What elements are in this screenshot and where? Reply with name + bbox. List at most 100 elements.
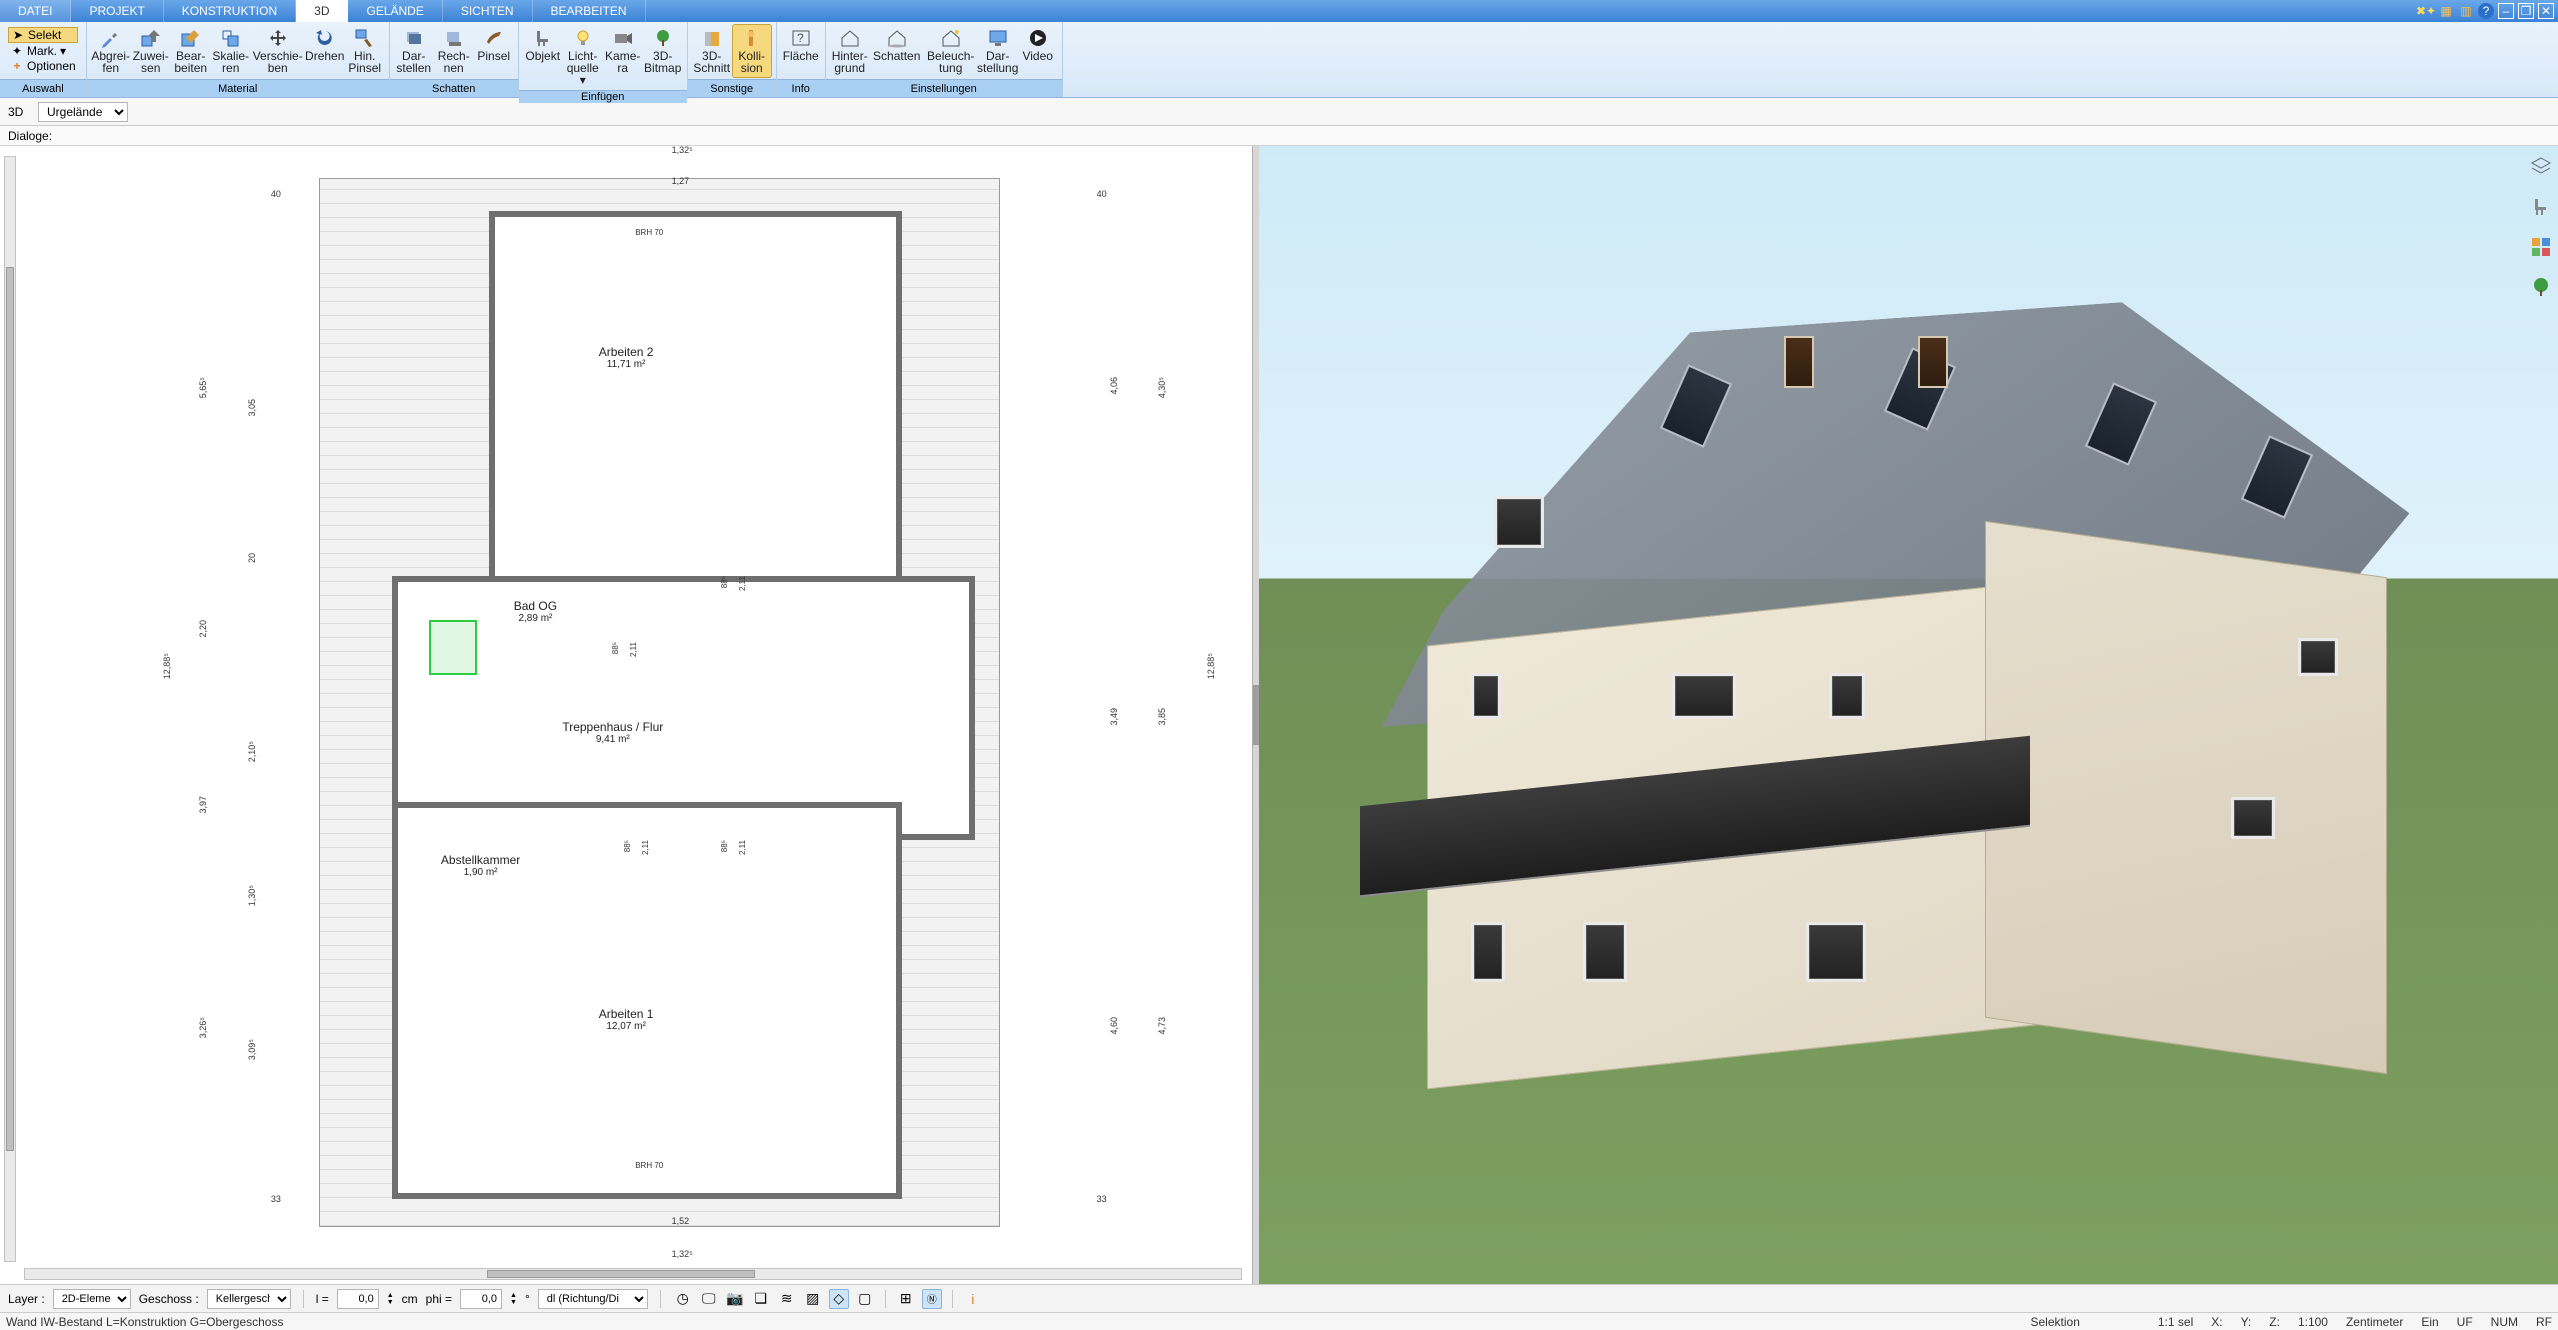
- material-zuweisen[interactable]: Zuwei-sen: [131, 24, 171, 78]
- grid-icon[interactable]: ⊞: [896, 1289, 916, 1309]
- view3d-canvas[interactable]: [1259, 146, 2558, 1284]
- app-icon-1[interactable]: ▦: [2438, 3, 2454, 19]
- tab-3d[interactable]: 3D: [296, 0, 348, 22]
- layers-small-icon[interactable]: ❏: [751, 1289, 771, 1309]
- app-icon-2[interactable]: ▥: [2458, 3, 2474, 19]
- ribbon-caption-material: Material: [87, 79, 389, 97]
- einst-schatten[interactable]: Schatten: [870, 24, 924, 77]
- palette-icon[interactable]: [2528, 234, 2554, 260]
- status-selektion: Selektion: [2031, 1315, 2080, 1329]
- clock-icon[interactable]: ◷: [673, 1289, 693, 1309]
- auswahl-selekt-label: Selekt: [28, 28, 61, 42]
- l-input[interactable]: [337, 1289, 379, 1309]
- auswahl-mark[interactable]: ✦Mark.▾: [8, 44, 78, 58]
- window-right-1: [2231, 797, 2275, 839]
- dim-li-c: 2,10⁵: [247, 741, 257, 762]
- tree-icon: [650, 27, 676, 49]
- lightbulb-icon: [570, 27, 596, 49]
- material-bearbeiten[interactable]: Bear-beiten: [171, 24, 211, 78]
- door-upper-2: [1918, 336, 1948, 388]
- status-scale: 1:100: [2298, 1315, 2328, 1329]
- info-small-icon[interactable]: i: [963, 1289, 983, 1309]
- selected-window[interactable]: [429, 620, 478, 675]
- tab-bearbeiten[interactable]: BEARBEITEN: [533, 0, 646, 22]
- status-y: Y:: [2241, 1315, 2252, 1329]
- pane-3d[interactable]: [1259, 146, 2558, 1284]
- north-icon[interactable]: Ⓝ: [922, 1289, 942, 1309]
- material-verschieben[interactable]: Verschie-ben: [251, 24, 305, 78]
- tab-projekt[interactable]: PROJEKT: [71, 0, 163, 22]
- material-abgreifen[interactable]: Abgrei-fen: [91, 24, 131, 78]
- camera-small-icon[interactable]: 📷: [725, 1289, 745, 1309]
- plan-canvas[interactable]: Arbeiten 211,71 m² Bad OG2,89 m² Treppen…: [28, 156, 1242, 1260]
- scrollbar-thumb-h[interactable]: [487, 1270, 755, 1278]
- collision-icon: [739, 27, 765, 49]
- minimize-icon[interactable]: ‒: [2498, 3, 2514, 19]
- status-rf: RF: [2536, 1315, 2552, 1329]
- tab-konstruktion[interactable]: KONSTRUKTION: [164, 0, 296, 22]
- einfuegen-kamera[interactable]: Kame-ra: [603, 24, 643, 78]
- schatten-rechnen[interactable]: Rech-nen: [434, 24, 474, 78]
- l-stepper[interactable]: ▲▼: [387, 1292, 394, 1306]
- hatch-icon[interactable]: ▨: [803, 1289, 823, 1309]
- layers-icon[interactable]: [2528, 154, 2554, 180]
- phi-input[interactable]: [460, 1289, 502, 1309]
- tab-gelaende[interactable]: GELÄNDE: [348, 0, 442, 22]
- scrollbar-h-2d[interactable]: [24, 1268, 1242, 1280]
- tools-icon[interactable]: ✖✦: [2418, 3, 2434, 19]
- dim-bot-b: 1,32⁵: [672, 1249, 693, 1259]
- status-uf: UF: [2457, 1315, 2473, 1329]
- close-icon[interactable]: ✕: [2538, 3, 2554, 19]
- sonstige-kollision[interactable]: Kolli-sion: [732, 24, 772, 78]
- menu-tabs: DATEI PROJEKT KONSTRUKTION 3D GELÄNDE SI…: [0, 0, 2558, 22]
- einst-beleuchtung[interactable]: Beleuch-tung: [924, 24, 978, 78]
- material-skalieren[interactable]: Skalie-ren: [211, 24, 251, 78]
- einst-hintergrund[interactable]: Hinter-grund: [830, 24, 870, 78]
- ribbon-group-info: ?Fläche Info: [777, 22, 826, 97]
- lbl: Pinsel: [477, 49, 510, 63]
- layer-select[interactable]: 2D-Elemen: [53, 1289, 131, 1309]
- pane-2d[interactable]: Arbeiten 211,71 m² Bad OG2,89 m² Treppen…: [0, 146, 1253, 1284]
- area-info-icon: ?: [788, 27, 814, 49]
- rhombus-icon[interactable]: ◇: [829, 1289, 849, 1309]
- einfuegen-lichtquelle[interactable]: Licht-quelle ▾: [563, 24, 603, 90]
- geschoss-select[interactable]: Kellergesch: [207, 1289, 291, 1309]
- ribbon-caption-info: Info: [777, 79, 825, 97]
- scrollbar-thumb-v[interactable]: [6, 267, 14, 1150]
- tree-side-icon[interactable]: [2528, 274, 2554, 300]
- cube-icon[interactable]: ▢: [855, 1289, 875, 1309]
- scrollbar-v-2d[interactable]: [4, 156, 16, 1262]
- lbl: Schnitt: [693, 61, 730, 75]
- dim-li-b: 1,30⁵: [247, 885, 257, 906]
- terrain-select[interactable]: Urgelände: [38, 102, 128, 122]
- info-flaeche[interactable]: ?Fläche: [781, 24, 821, 77]
- help-icon[interactable]: ?: [2478, 3, 2494, 19]
- schatten-pinsel[interactable]: Pinsel: [474, 24, 514, 77]
- material-drehen[interactable]: Drehen: [305, 24, 345, 77]
- einst-darstellung[interactable]: Dar-stellung: [978, 24, 1018, 78]
- tab-datei[interactable]: DATEI: [0, 0, 71, 22]
- einfuegen-3d-bitmap[interactable]: 3D-Bitmap: [643, 24, 683, 78]
- lbl: Fläche: [783, 49, 819, 63]
- material-hin-pinsel[interactable]: Hin.Pinsel: [345, 24, 385, 78]
- brush2-icon: [481, 27, 507, 49]
- monitor-small-icon[interactable]: 🖵: [699, 1289, 719, 1309]
- auswahl-selekt[interactable]: ➤Selekt: [8, 27, 78, 43]
- monitor-icon: [985, 27, 1011, 49]
- einst-video[interactable]: Video: [1018, 24, 1058, 77]
- schatten-darstellen[interactable]: Dar-stellen: [394, 24, 434, 78]
- phi-stepper[interactable]: ▲▼: [510, 1292, 517, 1306]
- lbl: quelle ▾: [567, 61, 599, 87]
- play-icon: [1025, 27, 1051, 49]
- chair-icon[interactable]: [2528, 194, 2554, 220]
- restore-icon[interactable]: ❐: [2518, 3, 2534, 19]
- dim-ri-a: 4,60: [1109, 1017, 1119, 1035]
- stack-icon[interactable]: ≋: [777, 1289, 797, 1309]
- ribbon-caption-auswahl: Auswahl: [0, 79, 86, 97]
- lbl: tung: [939, 61, 962, 75]
- auswahl-optionen[interactable]: +Optionen: [8, 59, 78, 73]
- richtung-select[interactable]: dl (Richtung/Di: [538, 1289, 648, 1309]
- tab-sichten[interactable]: SICHTEN: [443, 0, 533, 22]
- sonstige-3d-schnitt[interactable]: 3D-Schnitt: [692, 24, 732, 78]
- einfuegen-objekt[interactable]: Objekt: [523, 24, 563, 77]
